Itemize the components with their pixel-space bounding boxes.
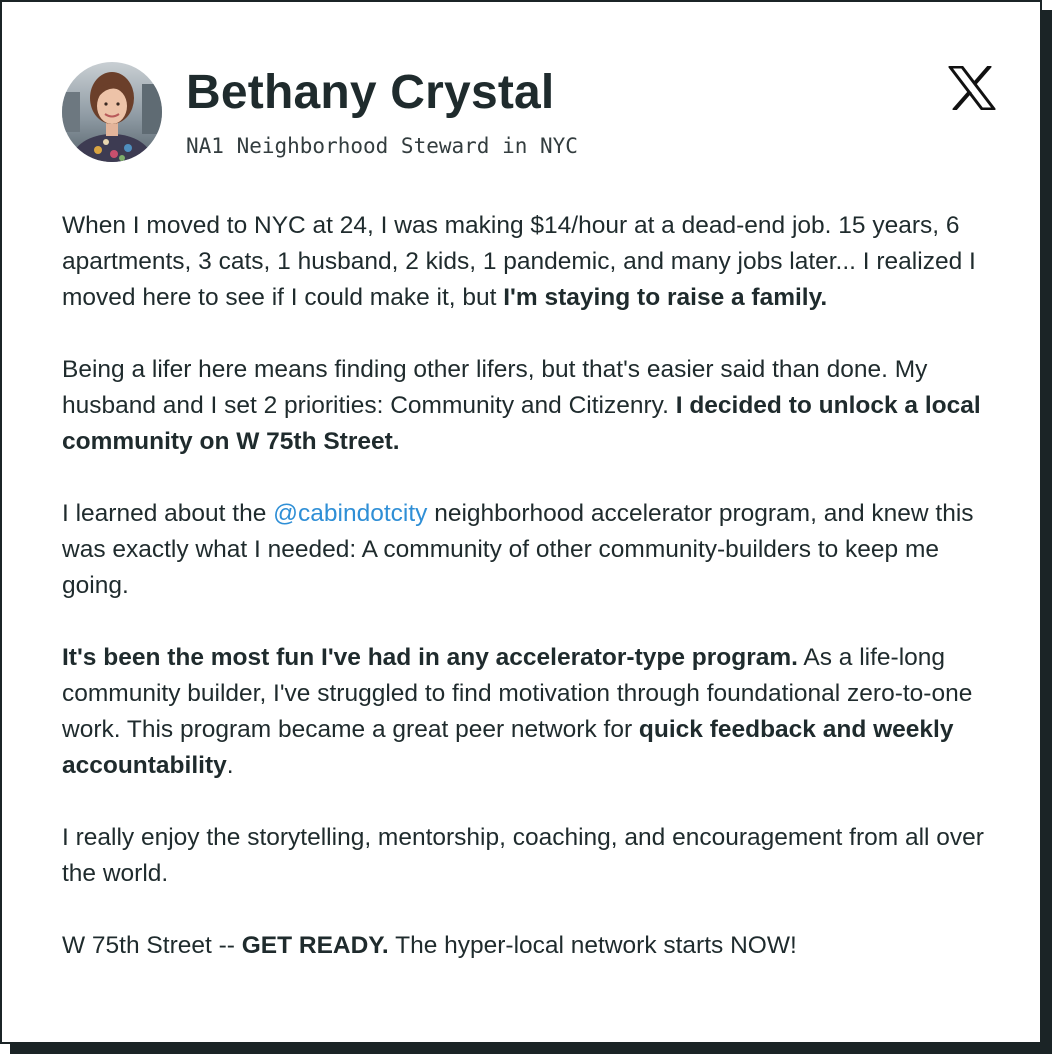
mention-link[interactable]: @cabindotcity <box>273 500 427 527</box>
x-logo-icon[interactable] <box>948 66 996 110</box>
paragraph-4: It's been the most fun I've had in any a… <box>62 640 1002 784</box>
text: . <box>226 752 234 779</box>
paragraph-5: I really enjoy the storytelling, mentors… <box>62 820 1002 892</box>
paragraph-6: W 75th Street -- GET READY. The hyper-lo… <box>62 928 1002 964</box>
profile-name: Bethany Crystal <box>186 66 555 119</box>
testimonial-card: Bethany Crystal NA1 Neighborhood Steward… <box>0 0 1042 1044</box>
paragraph-1: When I moved to NYC at 24, I was making … <box>62 208 1002 316</box>
bold-text: I'm staying to raise a family. <box>503 284 828 311</box>
avatar[interactable] <box>62 62 162 162</box>
profile-photo <box>62 62 162 162</box>
text: I really enjoy the storytelling, mentors… <box>62 824 984 887</box>
text: W 75th Street -- <box>62 932 242 959</box>
paragraph-3: I learned about the @cabindotcity neighb… <box>62 496 1002 604</box>
testimonial-body: When I moved to NYC at 24, I was making … <box>62 208 1002 964</box>
bold-text: It's been the most fun I've had in any a… <box>62 644 798 671</box>
text: The hyper-local network starts NOW! <box>388 932 797 959</box>
bold-text: GET READY. <box>241 932 389 959</box>
text: I learned about the <box>62 500 274 527</box>
paragraph-2: Being a lifer here means finding other l… <box>62 352 1002 460</box>
profile-subtitle: NA1 Neighborhood Steward in NYC <box>186 134 578 158</box>
